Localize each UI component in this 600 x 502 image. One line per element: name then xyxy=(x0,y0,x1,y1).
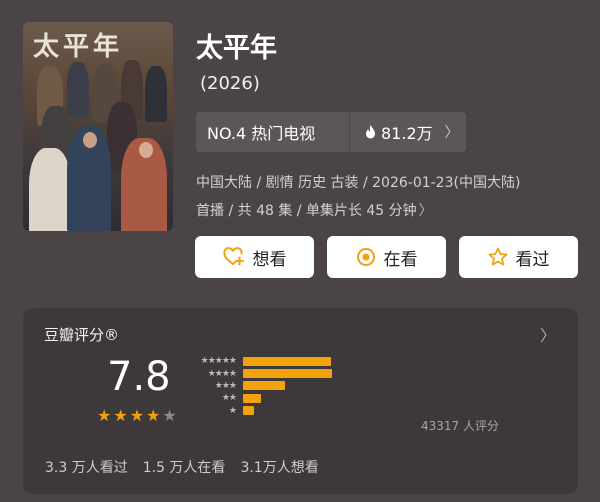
want-to-watch-label: 想看 xyxy=(252,249,287,270)
watch-stats: 3.3 万人看过 1.5 万人在看 3.1万人想看 xyxy=(45,457,319,477)
rating-distribution: ★★★★★ ★★★★ ★★★ ★★ ★ xyxy=(188,355,332,417)
want-to-watch-button[interactable]: 想看 xyxy=(195,236,314,278)
rating-card-title: 豆瓣评分® xyxy=(44,326,120,344)
rating-score: 7.8 xyxy=(107,354,171,400)
distribution-stars-icon: ★★★★ xyxy=(207,368,237,379)
distribution-stars-icon: ★★ xyxy=(221,393,237,404)
distribution-bar xyxy=(243,356,331,366)
rating-count: 43317 人评分 xyxy=(421,419,499,433)
star-filled-icon: ★ xyxy=(97,406,112,425)
poster-title-art: 太平年 xyxy=(33,32,124,62)
distribution-row-2-star: ★★ xyxy=(188,392,332,404)
watched-count: 3.3 万人看过 xyxy=(45,460,128,476)
target-icon xyxy=(356,248,375,266)
poster-image[interactable]: 太平年 xyxy=(23,22,173,231)
heat-value: 81.2万 xyxy=(381,124,433,143)
distribution-bar xyxy=(243,369,332,379)
watched-button[interactable]: 看过 xyxy=(459,236,578,278)
distribution-row-3-star: ★★★ xyxy=(188,380,332,392)
distribution-stars-icon: ★ xyxy=(228,405,237,416)
heat-indicator: 81.2万 〉 xyxy=(350,120,459,144)
distribution-bar xyxy=(243,381,285,391)
distribution-row-4-star: ★★★★ xyxy=(188,367,332,379)
show-title: 太平年 xyxy=(196,33,277,64)
distribution-row-5-star: ★★★★★ xyxy=(188,355,332,367)
ranking-box[interactable]: NO.4 热门电视 81.2万 〉 xyxy=(196,112,466,152)
meta-info-line2-text: 首播 / 共 48 集 / 单集片长 45 分钟 xyxy=(196,203,417,219)
distribution-stars-icon: ★★★★★ xyxy=(200,356,237,367)
heart-plus-icon xyxy=(222,247,244,266)
chevron-right-icon: 〉 xyxy=(418,203,433,219)
watching-count: 1.5 万人在看 xyxy=(142,460,226,476)
meta-info-line2[interactable]: 首播 / 共 48 集 / 单集片长 45 分钟〉 xyxy=(196,200,433,220)
distribution-bar xyxy=(243,406,254,416)
star-filled-icon: ★ xyxy=(129,406,145,425)
rating-card[interactable]: 豆瓣评分® 〉 7.8 ★ ★ ★ ★ ★ ★★★★★ ★★★★ ★★★ ★★ ★ 43317 … xyxy=(23,308,578,494)
distribution-bar xyxy=(243,393,261,403)
release-year: (2026) xyxy=(200,73,260,94)
watching-label: 在看 xyxy=(383,249,418,270)
star-filled-icon: ★ xyxy=(146,406,161,425)
watched-label: 看过 xyxy=(515,249,550,270)
watching-button[interactable]: 在看 xyxy=(327,236,446,278)
chevron-right-icon: 〉 xyxy=(539,326,556,345)
star-outline-icon xyxy=(488,247,507,266)
flame-icon xyxy=(366,124,375,138)
star-empty-icon: ★ xyxy=(162,406,177,425)
chevron-right-icon: 〉 xyxy=(444,125,459,141)
distribution-row-1-star: ★ xyxy=(188,405,332,417)
want-count: 3.1万人想看 xyxy=(240,460,319,476)
distribution-stars-icon: ★★★ xyxy=(214,380,237,391)
rating-stars: ★ ★ ★ ★ ★ xyxy=(97,408,177,424)
rank-label: NO.4 热门电视 xyxy=(207,124,316,143)
meta-info-line1: 中国大陆 / 剧情 历史 古装 / 2026-01-23(中国大陆) xyxy=(196,175,521,191)
star-filled-icon: ★ xyxy=(113,406,128,425)
